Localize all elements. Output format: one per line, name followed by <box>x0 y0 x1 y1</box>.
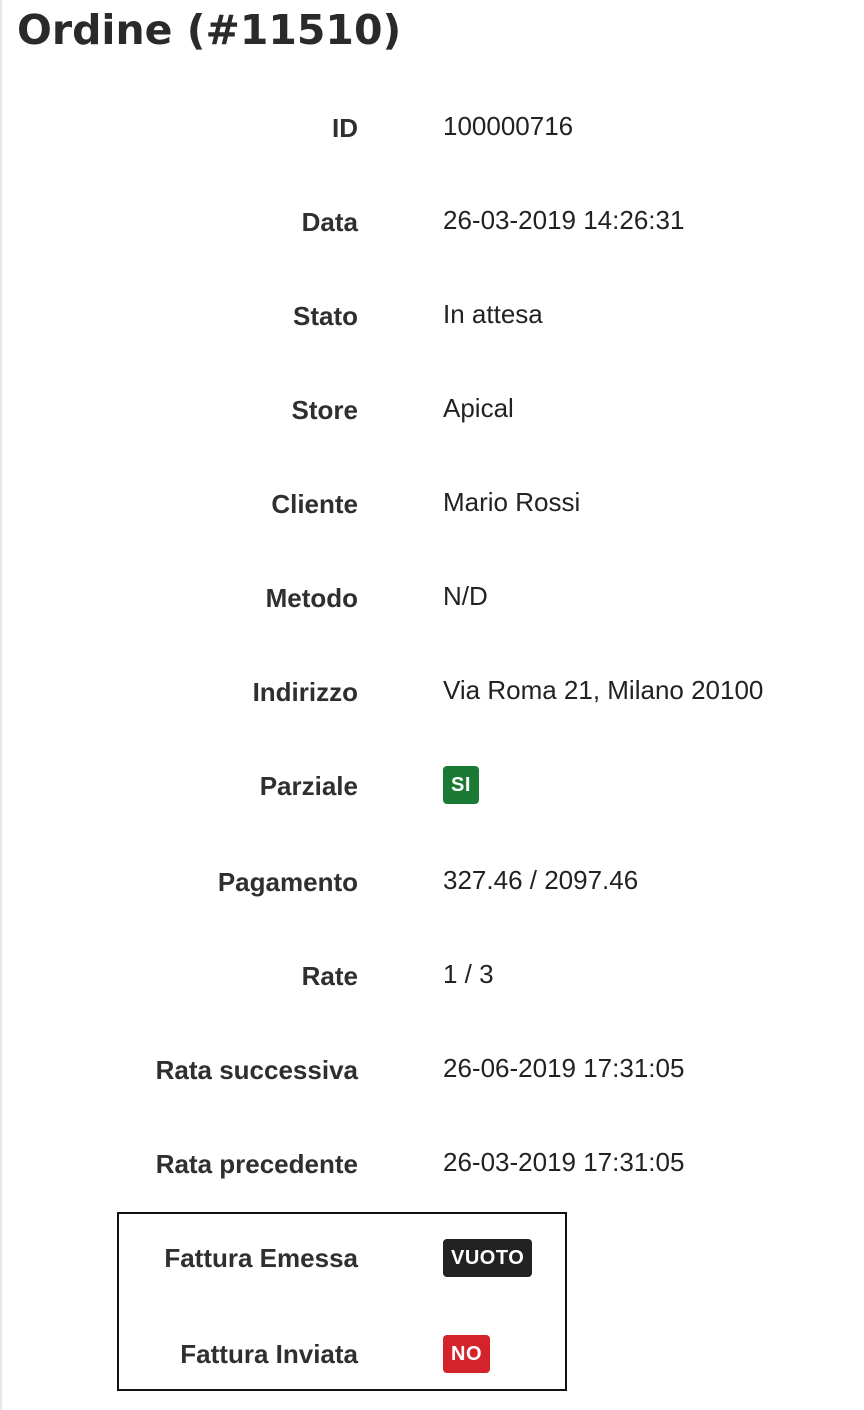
field-row-rata-successiva: Rata successiva 26-06-2019 17:31:05 <box>0 1050 864 1090</box>
field-label-indirizzo: Indirizzo <box>252 677 358 707</box>
field-row-metodo: Metodo N/D <box>0 578 864 618</box>
page-title: Ordine (#11510) <box>17 6 402 54</box>
field-label-pagamento: Pagamento <box>217 867 358 897</box>
field-label-id: ID <box>332 113 358 143</box>
field-label-rate: Rate <box>301 961 358 991</box>
field-row-data: Data 26-03-2019 14:26:31 <box>0 202 864 242</box>
field-row-stato: Stato In attesa <box>0 296 864 336</box>
field-value-store: Apical <box>443 393 514 423</box>
field-row-rate: Rate 1 / 3 <box>0 956 864 996</box>
field-value-pagamento: 327.46 / 2097.46 <box>443 865 639 895</box>
field-label-rata-successiva: Rata successiva <box>155 1055 358 1085</box>
field-label-data: Data <box>301 207 358 237</box>
field-label-fattura-inviata: Fattura Inviata <box>180 1339 358 1369</box>
field-label-parziale: Parziale <box>259 771 358 801</box>
field-value-rata-successiva: 26-06-2019 17:31:05 <box>443 1053 685 1083</box>
field-row-fattura-emessa: Fattura Emessa VUOTO <box>0 1238 864 1278</box>
status-badge-fattura-inviata: NO <box>443 1335 490 1373</box>
field-value-id: 100000716 <box>443 111 574 141</box>
field-label-store: Store <box>291 395 358 425</box>
field-label-stato: Stato <box>293 301 358 331</box>
field-row-pagamento: Pagamento 327.46 / 2097.46 <box>0 862 864 902</box>
field-row-indirizzo: Indirizzo Via Roma 21, Milano 20100 <box>0 672 864 712</box>
field-label-cliente: Cliente <box>271 489 358 519</box>
field-row-rata-precedente: Rata precedente 26-03-2019 17:31:05 <box>0 1144 864 1184</box>
field-value-cliente: Mario Rossi <box>443 487 581 517</box>
field-row-fattura-inviata: Fattura Inviata NO <box>0 1334 864 1374</box>
field-value-rata-precedente: 26-03-2019 17:31:05 <box>443 1147 685 1177</box>
field-label-metodo: Metodo <box>265 583 358 613</box>
status-badge-parziale: SI <box>443 766 479 804</box>
status-badge-fattura-emessa: VUOTO <box>443 1239 533 1277</box>
field-row-store: Store Apical <box>0 390 864 430</box>
field-label-rata-precedente: Rata precedente <box>155 1149 358 1179</box>
field-value-indirizzo: Via Roma 21, Milano 20100 <box>443 675 764 705</box>
field-value-data: 26-03-2019 14:26:31 <box>443 205 685 235</box>
field-value-metodo: N/D <box>443 581 488 611</box>
field-value-rate: 1 / 3 <box>443 959 494 989</box>
field-value-stato: In attesa <box>443 299 543 329</box>
field-row-id: ID 100000716 <box>0 108 864 148</box>
field-label-fattura-emessa: Fattura Emessa <box>164 1243 358 1273</box>
field-row-cliente: Cliente Mario Rossi <box>0 484 864 524</box>
field-row-parziale: Parziale SI <box>0 766 864 806</box>
